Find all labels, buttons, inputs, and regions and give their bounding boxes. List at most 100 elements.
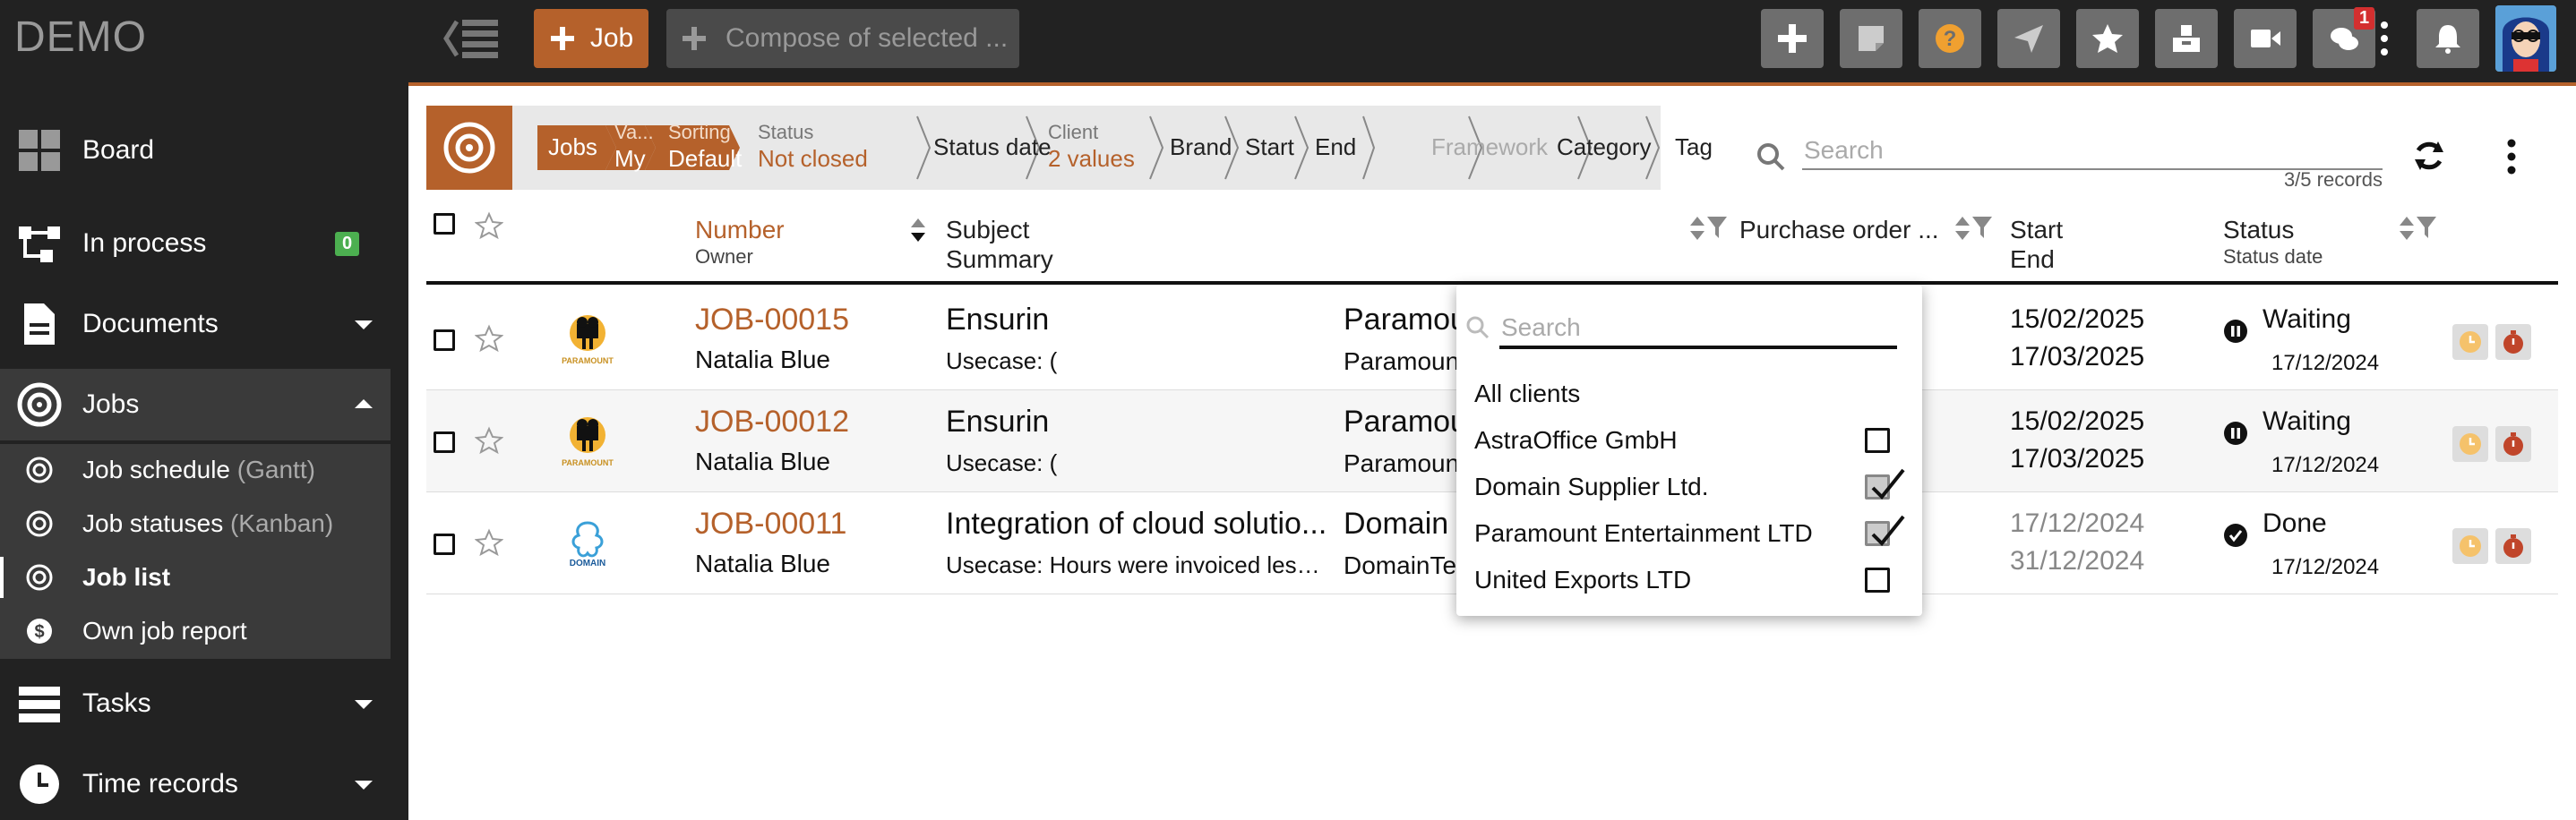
header-status[interactable]: Status Status date xyxy=(2223,215,2323,269)
filter-status-date[interactable]: Status date xyxy=(933,115,1052,179)
star-icon[interactable] xyxy=(475,528,503,557)
note-icon xyxy=(1859,26,1884,51)
stopwatch-button[interactable] xyxy=(2495,426,2531,462)
target-icon xyxy=(26,510,53,537)
sidebar-item-job-statuses[interactable]: Job statuses (Kanban) xyxy=(0,498,391,550)
time-record-button[interactable] xyxy=(2452,528,2488,564)
sidebar-item-job-list[interactable]: Job list xyxy=(0,551,391,603)
filter-sorting[interactable]: Sorting Default xyxy=(668,115,742,179)
help-icon: ? xyxy=(1936,24,1964,53)
filter-category[interactable]: Category xyxy=(1557,115,1652,179)
sort-icon[interactable] xyxy=(2397,215,2417,242)
job-owner: Natalia Blue xyxy=(695,346,830,373)
table-header: Number Owner Subject Summary Purchase or… xyxy=(426,208,2558,285)
filter-icon[interactable] xyxy=(1705,215,1729,240)
sidebar-item-board[interactable]: Board xyxy=(0,115,391,186)
sort-icon[interactable] xyxy=(1953,215,1972,242)
client-option-checkbox[interactable] xyxy=(1865,468,1905,500)
job-number-link[interactable]: JOB-00011 xyxy=(695,507,846,542)
more-vert-icon[interactable] xyxy=(2503,134,2520,179)
sort-icon[interactable] xyxy=(908,217,928,243)
header-purchase-order[interactable]: Purchase order ... xyxy=(1739,215,1939,245)
time-record-button[interactable] xyxy=(2452,324,2488,360)
filter-variant[interactable]: Va... My xyxy=(614,115,654,179)
time-record-button[interactable] xyxy=(2452,426,2488,462)
filter-icon[interactable] xyxy=(1971,215,1994,240)
more-vert-icon[interactable] xyxy=(2375,16,2393,61)
sidebar-item-jobs[interactable]: Jobs xyxy=(0,369,391,440)
add-button[interactable] xyxy=(1761,9,1824,68)
sub-item-label: Job schedule xyxy=(82,456,231,483)
header-status-date-label: Status date xyxy=(2223,245,2323,268)
client-option-checkbox[interactable] xyxy=(1865,515,1905,546)
refresh-icon[interactable] xyxy=(2411,138,2447,174)
target-icon xyxy=(14,380,64,430)
sidebar-item-label: Tasks xyxy=(82,688,151,718)
filter-status[interactable]: Status Not closed xyxy=(758,115,868,179)
row-checkbox[interactable] xyxy=(434,329,455,351)
sidebar-item-own-job-report[interactable]: $ Own job report xyxy=(0,605,391,657)
job-number-link[interactable]: JOB-00015 xyxy=(695,303,849,337)
client-option-checkbox[interactable] xyxy=(1865,428,1890,453)
job-status: Waiting xyxy=(2263,406,2351,436)
filter-jobs[interactable]: Jobs xyxy=(548,115,597,179)
notes-button[interactable] xyxy=(1840,9,1902,68)
sub-item-label: Job list xyxy=(82,563,171,591)
sort-icon[interactable] xyxy=(1687,215,1707,242)
job-number-link[interactable]: JOB-00012 xyxy=(695,405,849,440)
client-option-label[interactable]: United Exports LTD xyxy=(1474,566,1691,594)
video-button[interactable] xyxy=(2234,9,2297,68)
clock-icon xyxy=(2460,331,2481,353)
row-checkbox[interactable] xyxy=(434,534,455,555)
client-option-label[interactable]: Paramount Entertainment LTD xyxy=(1474,519,1813,548)
inbox-button[interactable] xyxy=(2155,9,2218,68)
job-start-date: 17/12/2024 xyxy=(2010,508,2145,538)
row-checkbox[interactable] xyxy=(434,431,455,453)
sidebar-item-label: In process xyxy=(82,228,207,258)
sidebar-item-label: Jobs xyxy=(82,389,140,419)
sidebar-item-tasks[interactable]: Tasks xyxy=(0,668,391,739)
sidebar-item-label: Documents xyxy=(82,309,219,338)
sidebar-item-documents[interactable]: Documents xyxy=(0,288,391,360)
star-icon[interactable] xyxy=(475,211,503,240)
svg-text:$: $ xyxy=(34,622,44,642)
filter-framework[interactable]: Framework xyxy=(1431,115,1548,179)
header-subject[interactable]: Subject Summary xyxy=(946,215,1053,274)
filter-end[interactable]: End xyxy=(1315,115,1356,179)
notifications-button[interactable] xyxy=(2417,9,2479,68)
search-input[interactable]: Search xyxy=(1802,131,2383,170)
filter-brand[interactable]: Brand xyxy=(1170,115,1232,179)
client-search-input[interactable]: Search xyxy=(1499,310,1897,349)
stopwatch-button[interactable] xyxy=(2495,324,2531,360)
compose-selected-button[interactable]: Compose of selected ... xyxy=(666,9,1019,68)
sidebar-item-time-records[interactable]: Time records xyxy=(0,748,391,820)
header-start[interactable]: Start End xyxy=(2010,215,2063,274)
send-button[interactable] xyxy=(1997,9,2060,68)
client-option-checkbox[interactable] xyxy=(1865,568,1890,593)
help-button[interactable]: ? xyxy=(1919,9,1981,68)
star-icon[interactable] xyxy=(475,324,503,353)
job-end-date: 31/12/2024 xyxy=(2010,546,2145,576)
star-icon[interactable] xyxy=(475,426,503,455)
favorites-button[interactable] xyxy=(2076,9,2139,68)
user-avatar[interactable] xyxy=(2495,5,2556,72)
client-option-label[interactable]: AstraOffice GmbH xyxy=(1474,426,1678,455)
all-clients-option[interactable]: All clients xyxy=(1474,380,1580,408)
stopwatch-button[interactable] xyxy=(2495,528,2531,564)
job-summary: Usecase: Hours were invoiced less t... xyxy=(946,551,1331,578)
new-job-button[interactable]: Job xyxy=(534,9,648,68)
sidebar-item-in-process[interactable]: In process 0 xyxy=(0,208,391,279)
jobs-target-tile[interactable] xyxy=(426,106,512,190)
filter-icon[interactable] xyxy=(2415,215,2438,240)
filter-client[interactable]: Client 2 values xyxy=(1048,115,1135,179)
filter-sorting-top: Sorting xyxy=(668,121,731,143)
header-number[interactable]: Number Owner xyxy=(695,215,785,269)
select-all-checkbox[interactable] xyxy=(434,213,455,235)
sidebar-item-job-schedule[interactable]: Job schedule (Gantt) xyxy=(0,444,391,496)
filter-tag[interactable]: Tag xyxy=(1675,115,1713,179)
dollar-icon: $ xyxy=(27,619,52,644)
client-option-label[interactable]: Domain Supplier Ltd. xyxy=(1474,473,1708,501)
filter-start[interactable]: Start xyxy=(1245,115,1294,179)
collapse-sidebar-icon[interactable] xyxy=(442,16,498,61)
domain-logo: DOMAIN xyxy=(570,521,605,568)
